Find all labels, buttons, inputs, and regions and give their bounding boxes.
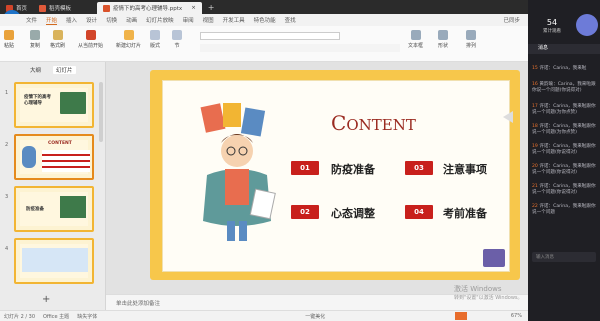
tab-slides[interactable]: 幻灯片 (53, 66, 76, 74)
paste-button[interactable]: 粘贴 (4, 30, 14, 49)
status-bar: 幻灯片 2 / 30 Office 主题 缺失字体 一键美化 67% (0, 310, 528, 321)
missing-font-button[interactable]: 缺失字体 (77, 313, 97, 320)
textbox-button[interactable]: 文本框 (408, 30, 423, 49)
add-slide-button[interactable]: + (42, 294, 50, 305)
live-chat-panel: 54 累计观看 消息 15 许诺：Carina，我来啦 16 黄韵瑜：Carin… (528, 0, 600, 321)
menu-home[interactable]: 开始 (46, 16, 58, 25)
sync-status[interactable]: 已同步 (503, 16, 520, 24)
ribbon-toolbar: 粘贴 复制 格式刷 从当前开始 新建幻灯片 版式 节 文本框 形状 排列 (0, 26, 528, 62)
item-label[interactable]: 心态调整 (331, 205, 375, 221)
brush-icon (52, 30, 63, 40)
item-number: 03 (405, 161, 433, 175)
font-group[interactable] (200, 32, 340, 40)
slide-thumbnail[interactable] (14, 238, 94, 284)
student-illustration (193, 103, 283, 251)
textbox-icon (410, 30, 421, 40)
item-number: 01 (291, 161, 319, 175)
section-button[interactable]: 节 (172, 30, 182, 49)
layout-button[interactable]: 版式 (150, 30, 160, 49)
menu-design[interactable]: 设计 (86, 16, 97, 24)
slide-thumbnail-selected[interactable]: CONTENT (14, 134, 94, 180)
tab-templates[interactable]: 稻壳模板 (33, 2, 77, 14)
chat-message: 17 许诺：Carina，我来啦跟你说一个问题(为你点赞) (532, 104, 596, 115)
scrollbar[interactable] (99, 82, 103, 142)
chat-input[interactable]: 输入消息 (532, 252, 596, 262)
item-label[interactable]: 防疫准备 (331, 161, 375, 177)
chat-message: 19 许诺：Carina，我来啦跟你说一个问题(你说得对) (532, 144, 596, 155)
copy-button[interactable]: 复制 (30, 30, 40, 49)
menu-insert[interactable]: 插入 (66, 16, 77, 24)
copy-icon (30, 30, 40, 40)
tab-document[interactable]: 疫情下的高考心理辅导.pptx × (97, 2, 202, 14)
menu-developer[interactable]: 开发工具 (223, 16, 245, 24)
chat-message: 15 许诺：Carina，我来啦 (532, 66, 587, 71)
viewer-count: 54 (546, 18, 558, 27)
chat-message: 16 黄韵瑜：Carina，我来啦跟你说一个问题(你说得对) (532, 82, 596, 93)
menu-search[interactable]: 查找 (285, 16, 296, 24)
paper-plane-icon (493, 111, 513, 123)
layout-icon (150, 30, 160, 40)
play-icon (85, 30, 96, 40)
title-bar: 首页 稻壳模板 疫情下的高考心理辅导.pptx × + (0, 0, 528, 14)
shape-icon (438, 30, 448, 40)
from-current-button[interactable]: 从当前开始 (78, 30, 103, 49)
windows-watermark: 激活 Windows 转到"设置"以激活 Windows。 (454, 285, 523, 301)
menu-transition[interactable]: 切换 (106, 16, 117, 24)
zoom-level[interactable]: 67% (511, 313, 522, 319)
shape-button[interactable]: 形状 (438, 30, 448, 49)
slide-thumbnail[interactable]: 疫情下的高考心理辅导 (14, 82, 94, 128)
calculator-icon (483, 249, 505, 267)
menu-file[interactable]: 文件 (26, 16, 37, 24)
chat-message: 22 许诺：Carina，我来啦跟你说一个问题 (532, 204, 596, 215)
new-slide-icon (123, 30, 134, 40)
item-number: 04 (405, 205, 433, 219)
bird-logo (576, 14, 598, 36)
slide-content: C ONTENT 01 防疫准备 03 注意事项 02 心态调整 04 考前准备 (162, 80, 513, 272)
menu-animation[interactable]: 动画 (126, 16, 137, 24)
paste-icon (4, 30, 14, 40)
item-number: 02 (291, 205, 319, 219)
close-icon[interactable]: × (191, 5, 196, 11)
new-tab-button[interactable]: + (208, 3, 215, 12)
menu-review[interactable]: 审阅 (183, 16, 194, 24)
beautify-button[interactable]: 一键美化 (305, 313, 325, 320)
play-slideshow-button[interactable] (455, 312, 467, 320)
slide-title[interactable]: C ONTENT (331, 111, 416, 135)
arrange-icon (466, 30, 476, 40)
panel-tabs: 大纲 幻灯片 (30, 66, 76, 74)
chat-message: 21 许诺：Carina，我来啦跟你说一个问题(你说得对) (532, 184, 596, 195)
tab-outline[interactable]: 大纲 (30, 66, 41, 74)
menu-bar: 文件 开始 插入 设计 切换 动画 幻灯片放映 审阅 视图 开发工具 特色功能 … (0, 14, 528, 26)
template-icon (39, 4, 47, 12)
ppt-icon (103, 4, 111, 12)
format-group[interactable] (200, 44, 400, 52)
tab-messages[interactable]: 消息 (528, 44, 600, 54)
menu-features[interactable]: 特色功能 (254, 16, 276, 24)
menu-view[interactable]: 视图 (203, 16, 214, 24)
chat-message: 20 许诺：Carina，我来啦跟你说一个问题(你说得对) (532, 164, 596, 175)
format-painter-button[interactable]: 格式刷 (50, 30, 65, 49)
item-label[interactable]: 考前准备 (443, 205, 487, 221)
section-icon (172, 30, 182, 40)
slide-panel: 大纲 幻灯片 1 疫情下的高考心理辅导 2 CONTENT 3 防疫准备 4 + (0, 62, 106, 310)
menu-slideshow[interactable]: 幻灯片放映 (146, 16, 174, 24)
chat-message: 18 许诺：Carina，我来啦跟你说一个问题(为你点赞) (532, 124, 596, 135)
new-slide-button[interactable]: 新建幻灯片 (116, 30, 141, 49)
slide-thumbnail[interactable]: 防疫准备 (14, 186, 94, 232)
arrange-button[interactable]: 排列 (466, 30, 476, 49)
item-label[interactable]: 注意事项 (443, 161, 487, 177)
